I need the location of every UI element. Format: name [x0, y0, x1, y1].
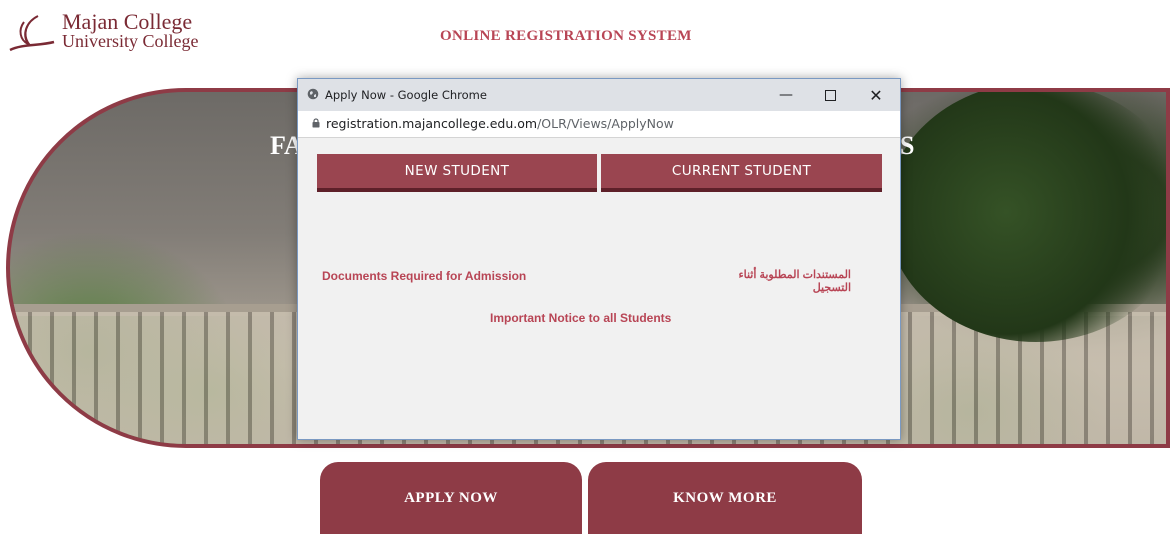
close-icon: ✕: [869, 85, 883, 105]
site-title: ONLINE REGISTRATION SYSTEM: [440, 28, 692, 44]
documents-required-link[interactable]: Documents Required for Admission: [322, 269, 526, 283]
college-logo-icon: [9, 15, 55, 52]
globe-icon: [307, 88, 319, 100]
maximize-icon: [824, 89, 836, 101]
apply-now-button[interactable]: APPLY NOW: [320, 462, 582, 534]
logo-subtitle: University College: [62, 31, 199, 51]
minimize-button[interactable]: —: [766, 83, 806, 107]
know-more-button[interactable]: KNOW MORE: [588, 462, 862, 534]
url-host: registration.majancollege.edu.om: [326, 116, 538, 131]
current-student-button[interactable]: CURRENT STUDENT: [601, 154, 882, 192]
lock-icon: [312, 118, 320, 128]
close-button[interactable]: ✕: [856, 83, 896, 107]
window-titlebar[interactable]: Apply Now - Google Chrome — ✕: [298, 79, 900, 111]
college-logo[interactable]: Majan College University College: [8, 10, 238, 60]
url-text: registration.majancollege.edu.om/OLR/Vie…: [326, 116, 674, 131]
window-title: Apply Now - Google Chrome: [325, 88, 487, 102]
url-path: /OLR/Views/ApplyNow: [537, 116, 674, 131]
maximize-button[interactable]: [810, 83, 850, 107]
address-bar[interactable]: registration.majancollege.edu.om/OLR/Vie…: [298, 111, 900, 138]
important-notice-link[interactable]: Important Notice to all Students: [490, 311, 671, 325]
hero-heading-right: S: [900, 131, 915, 160]
documents-required-arabic-link[interactable]: المستندات المطلوبة أثناء التسجيل: [707, 268, 851, 294]
new-student-button[interactable]: NEW STUDENT: [317, 154, 597, 192]
minimize-icon: —: [779, 87, 793, 103]
apply-now-popup-window: Apply Now - Google Chrome — ✕ registrati…: [297, 78, 901, 440]
